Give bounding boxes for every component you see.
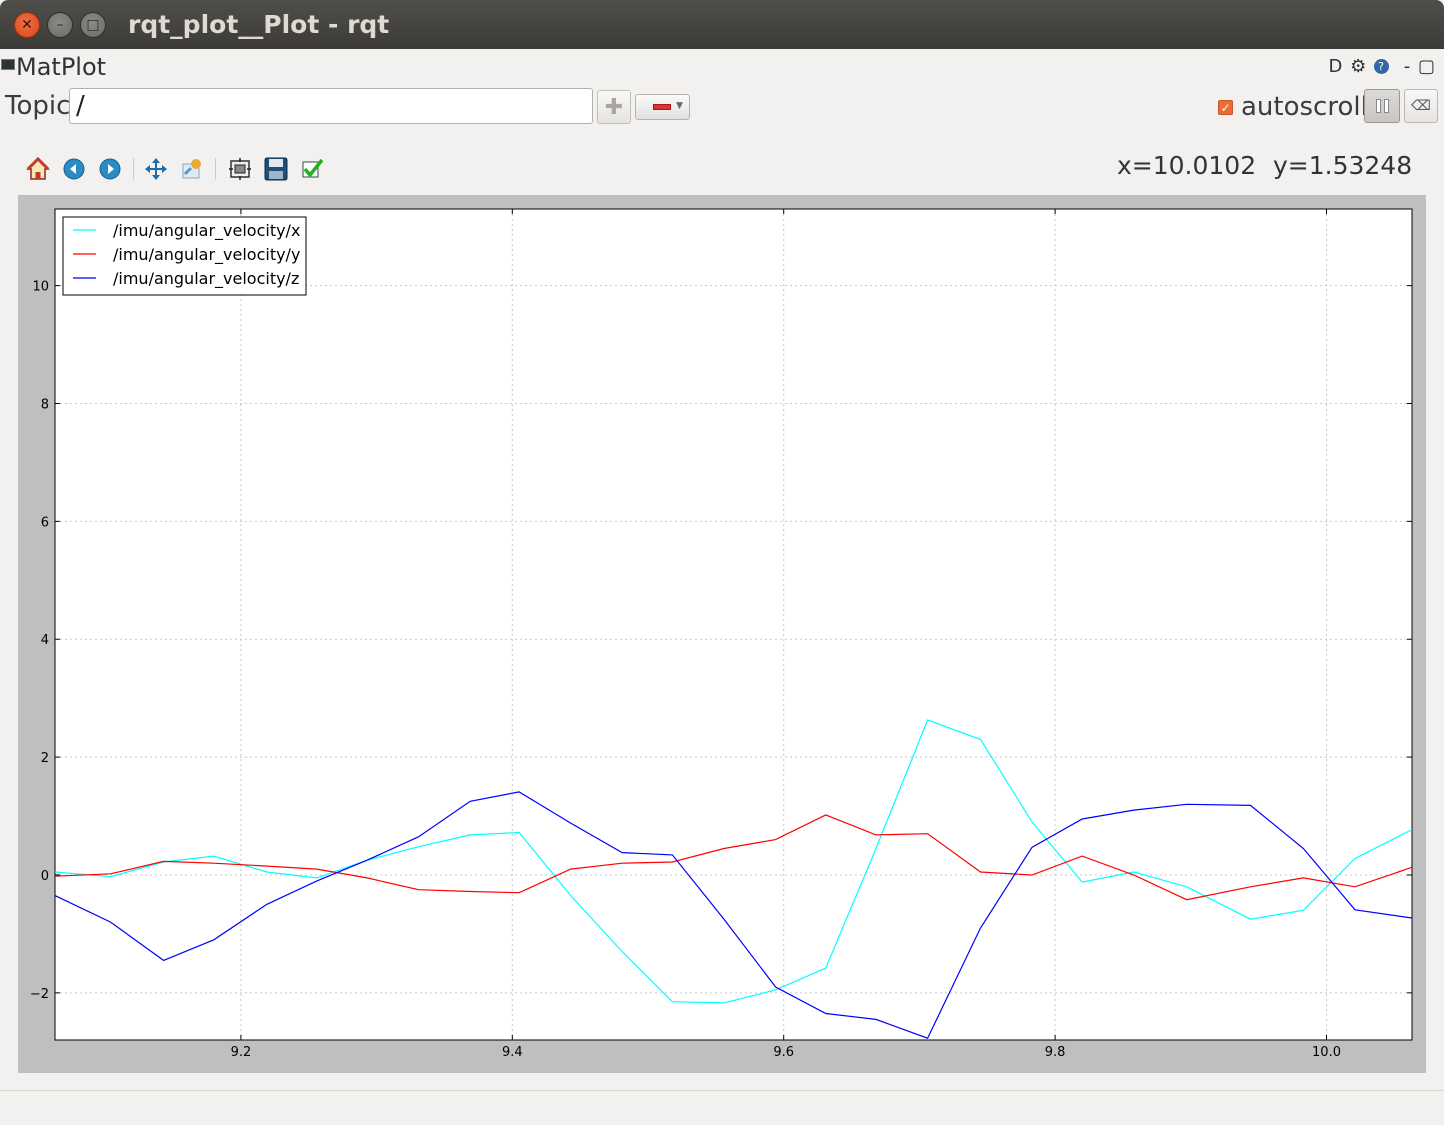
plus-icon: ✚ [604,94,624,120]
plot-canvas[interactable]: 9.2 9.4 9.6 9.8 10.0 −2 0 2 4 6 8 10 /imu/angular_v… [18,195,1426,1073]
clear-button[interactable]: ⌫ [1404,89,1438,123]
cursor-y-readout: y=1.53248 [1273,151,1413,180]
axes-background [54,208,1413,1041]
remove-topic-button[interactable]: ▼ [635,94,690,120]
y-tick-label: 8 [41,397,49,412]
help-icon[interactable]: ? [1374,59,1390,74]
clear-icon: ⌫ [1411,98,1431,114]
zoom-icon[interactable] [177,154,207,184]
window-maximize-button[interactable]: □ [80,12,106,38]
dock-button[interactable]: D [1329,56,1344,77]
save-icon[interactable] [261,154,291,184]
add-topic-button[interactable]: ✚ [597,90,631,124]
toolbar-separator [133,158,134,180]
pause-button[interactable] [1364,89,1400,123]
x-tick-label: 10.0 [1312,1045,1341,1060]
plugin-icon [1,59,15,70]
cursor-x-readout: x=10.0102 [1117,151,1257,180]
y-tick-label: 10 [32,280,49,295]
legend-label-z: /imu/angular_velocity/z [113,269,299,289]
y-tick-label: 2 [41,751,49,766]
autoscroll-label: autoscroll [1241,92,1368,122]
window-minimize-button[interactable]: – [47,12,73,38]
edit-curves-icon[interactable] [297,154,327,184]
x-tick-label: 9.6 [773,1045,794,1060]
subplots-icon[interactable] [225,154,255,184]
minus-icon [653,104,671,110]
topic-input[interactable] [69,88,593,124]
plugin-tools: D ⚙ ? - ▢ [1329,56,1436,77]
window-titlebar: ✕ – □ rqt_plot__Plot - rqt [0,0,1444,49]
plugin-title: MatPlot [16,53,107,81]
back-icon[interactable] [59,154,89,184]
home-icon[interactable] [23,154,53,184]
window-title: rqt_plot__Plot - rqt [128,10,390,39]
close-icon[interactable]: ▢ [1418,56,1436,77]
topic-label: Topic [5,91,71,121]
y-tick-label: 4 [41,633,49,648]
autoscroll-checkbox[interactable]: ✓ [1218,99,1233,115]
x-tick-label: 9.8 [1045,1045,1066,1060]
plugin-header: MatPlot D ⚙ ? - ▢ [0,52,1444,82]
pause-icon [1376,99,1381,113]
gear-icon[interactable]: ⚙ [1350,56,1367,77]
forward-icon[interactable] [95,154,125,184]
pan-icon[interactable] [141,154,171,184]
pause-icon-bar [1384,99,1389,113]
y-tick-label: −2 [30,987,49,1002]
window-close-button[interactable]: ✕ [14,12,40,38]
x-tick-label: 9.2 [231,1045,252,1060]
legend-label-x: /imu/angular_velocity/x [113,221,300,241]
toolbar-separator [215,158,216,180]
autoscroll-toggle[interactable]: ✓ autoscroll [1218,92,1368,122]
chevron-down-icon: ▼ [676,101,683,111]
plot-toolbar [20,154,340,184]
y-tick-label: 6 [41,515,49,530]
legend-label-y: /imu/angular_velocity/y [113,245,300,265]
minimize-plugin-button[interactable]: - [1404,56,1412,77]
y-tick-label: 0 [41,869,49,884]
x-tick-label: 9.4 [502,1045,523,1060]
status-bar-separator [0,1090,1444,1091]
plot-svg[interactable]: 9.2 9.4 9.6 9.8 10.0 −2 0 2 4 6 8 10 /imu/angular_v… [18,195,1426,1073]
